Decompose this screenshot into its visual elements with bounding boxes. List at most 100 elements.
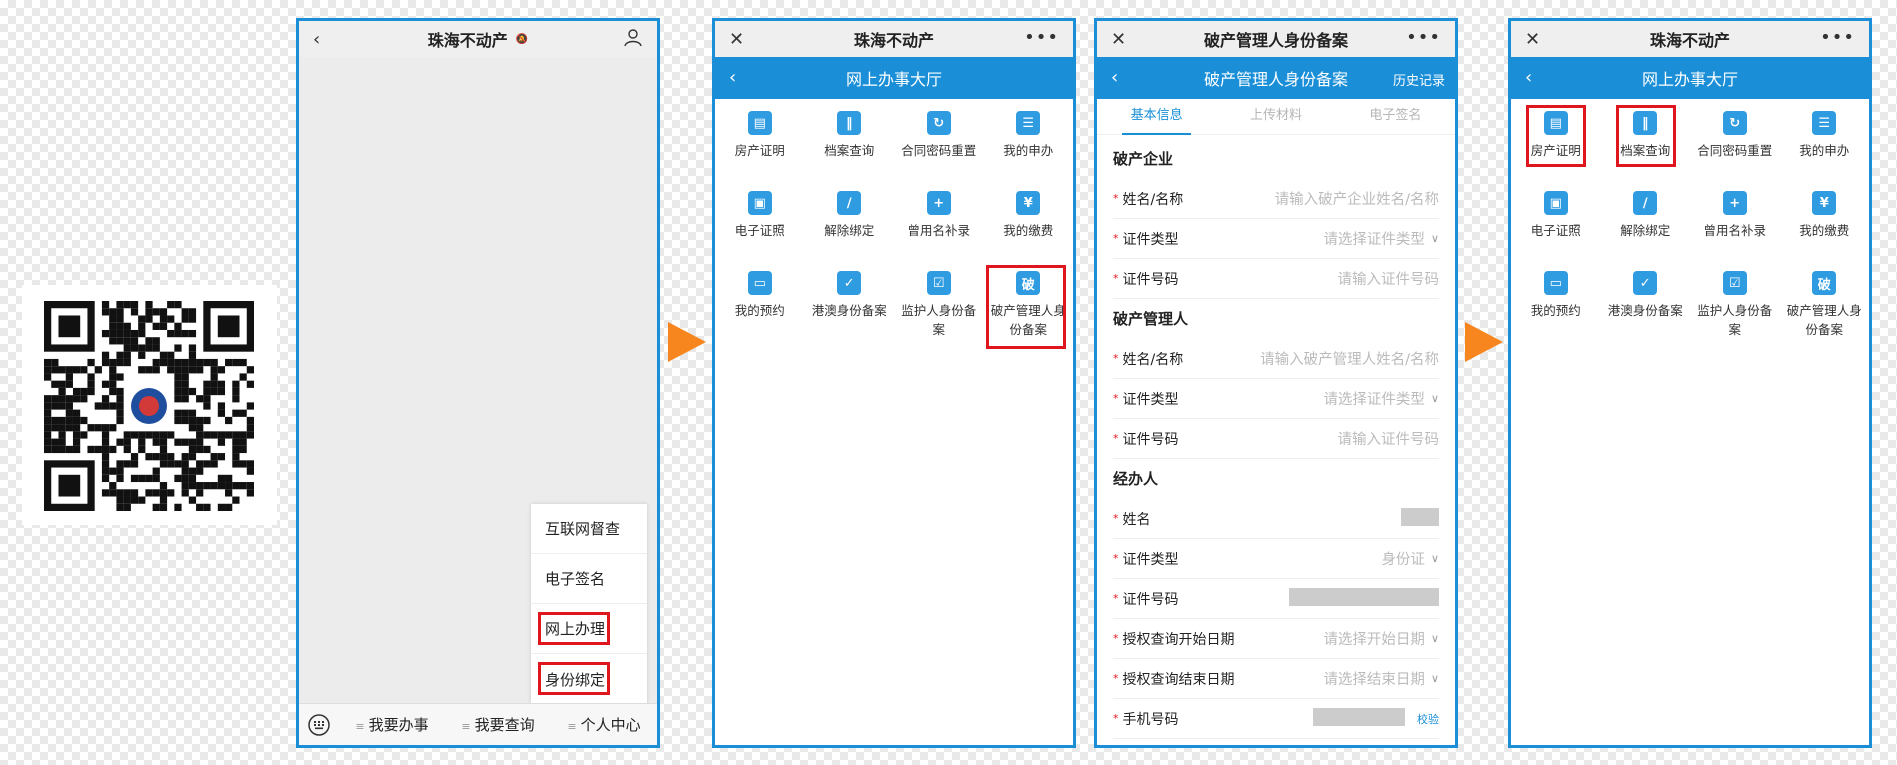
service-item[interactable]: ▤ 房产证明 [1511,103,1601,183]
form-row[interactable]: * 证件类型 身份证 ∨ [1113,539,1439,579]
service-item[interactable]: + 曾用名补录 [894,183,984,263]
form-row[interactable]: * 手机号码 校验 [1113,699,1439,739]
form-field-value[interactable]: 请选择证件类型 [1323,388,1425,409]
service-item-label: 我的缴费 [1003,223,1054,238]
service-item[interactable]: ☑ 监护人身份备案 [894,263,984,343]
hall-screen-b: ✕ 珠海不动产 ••• ‹ 网上办事大厅 ▤ 房产证明 ‖ 档案查询 ↻ 合同密码重置 ☰ 我… [1508,18,1872,748]
form-field-value[interactable]: 请选择证件类型 [1323,228,1425,249]
close-icon[interactable]: ✕ [1111,29,1126,50]
user-check-icon: ✓ [837,271,862,295]
menu-lines-icon: ≡ [355,720,365,733]
form-field-value[interactable]: 请选择开始日期 [1323,628,1425,649]
form-field-value[interactable]: 请输入证件号码 [1338,268,1440,289]
service-item[interactable]: ‖ 档案查询 [805,103,895,183]
menu-item-e-signature[interactable]: 电子签名 [531,554,647,604]
form-field-label: 姓名/名称 [1122,191,1184,208]
form-field-value[interactable]: 请输入破产管理人姓名/名称 [1260,348,1439,369]
form-row[interactable]: * 证件号码 请输入证件号码 [1113,259,1439,299]
form-window-title: 破产管理人身份备案 [1203,31,1348,50]
unlink-icon: ∕ [837,191,862,215]
service-item[interactable]: ¥ 我的缴费 [1780,183,1870,263]
service-item-label: 档案查询 [1620,143,1671,158]
service-item[interactable]: ∕ 解除绑定 [1601,183,1691,263]
qr-code-card [22,285,277,525]
yen-icon: ¥ [1016,191,1041,215]
form-row[interactable]: * 授权查询开始日期 请选择开始日期 ∨ [1113,619,1439,659]
form-row[interactable]: * 证件号码 请输入证件号码 [1113,419,1439,459]
back-icon[interactable]: ‹ [1525,67,1532,88]
verify-button[interactable]: 校验 [1417,711,1439,727]
service-item-label: 我的申办 [1003,143,1054,158]
close-icon[interactable]: ✕ [729,29,744,50]
form-field-label: 手机号码 [1122,711,1179,728]
form-field-value[interactable]: 请选择结束日期 [1323,668,1425,689]
service-grid: ▤ 房产证明 ‖ 档案查询 ↻ 合同密码重置 ☰ 我的申办 ▣ 电子证照 ∕ 解除绑定 + 曾用名补录 ¥ 我… [715,103,1074,349]
bottom-menu-query[interactable]: ≡ 我要查询 [445,714,551,735]
profile-icon[interactable] [623,27,643,52]
form-row[interactable]: * 姓名/名称 请输入破产管理人姓名/名称 [1113,339,1439,379]
service-item[interactable]: ↻ 合同密码重置 [894,103,984,183]
form-section-title: 经办人 [1113,470,1159,488]
back-icon[interactable]: ‹ [313,29,320,50]
menu-lines-icon: ≡ [567,720,577,733]
more-icon[interactable]: ••• [1406,27,1441,48]
service-item[interactable]: ✓ 港澳身份备案 [1601,263,1691,343]
form-row[interactable]: * 授权查询结束日期 请选择结束日期 ∨ [1113,659,1439,699]
form-row[interactable]: * 姓名 [1113,499,1439,539]
service-item[interactable]: 破破产管理人身份备案 [984,263,1074,349]
keyboard-icon[interactable] [299,713,339,737]
service-item[interactable]: ▭ 我的预约 [715,263,805,343]
form-field-label: 证件号码 [1122,591,1179,608]
form-field-label: 证件类型 [1122,551,1179,568]
form-field-value[interactable] [1401,507,1439,530]
history-link[interactable]: 历史记录 [1393,70,1445,89]
tab-upload-materials[interactable]: 上传材料 [1216,99,1335,134]
required-marker: * [1113,512,1119,525]
service-item[interactable]: + 曾用名补录 [1690,183,1780,263]
service-item[interactable]: ¥ 我的缴费 [984,183,1074,263]
close-icon[interactable]: ✕ [1525,29,1540,50]
form-field-value[interactable]: 请输入破产企业姓名/名称 [1275,188,1439,209]
service-item[interactable]: ▭ 我的预约 [1511,263,1601,343]
bottom-menu-personal-center[interactable]: ≡ 个人中心 [551,714,657,735]
hall-header-title: 网上办事大厅 [845,70,942,89]
menu-item-internet-supervision[interactable]: 互联网督查 [531,504,647,554]
books-icon: ‖ [837,111,862,135]
form-section-title: 破产企业 [1113,150,1174,168]
form-field-value[interactable] [1289,587,1439,610]
form-row[interactable]: * 证件类型 请选择证件类型 ∨ [1113,219,1439,259]
service-item[interactable]: 破破产管理人身份备案 [1780,263,1870,343]
service-item[interactable]: ✓ 港澳身份备案 [805,263,895,343]
required-marker: * [1113,552,1119,565]
back-icon[interactable]: ‹ [1111,67,1118,88]
service-item[interactable]: ▣ 电子证照 [1511,183,1601,263]
tab-e-signature[interactable]: 电子签名 [1336,99,1455,134]
bottom-menu-handle-affairs[interactable]: ≡ 我要办事 [339,714,445,735]
form-row[interactable]: * 证件类型 请选择证件类型 ∨ [1113,379,1439,419]
form-row[interactable]: * 证件号码 [1113,579,1439,619]
hall-top-bar: ✕ 珠海不动产 ••• [715,21,1073,57]
chevron-down-icon: ∨ [1430,672,1439,685]
monitor-icon: ▭ [747,271,772,295]
more-icon[interactable]: ••• [1024,27,1059,48]
chevron-down-icon: ∨ [1430,392,1439,405]
service-item[interactable]: ∕ 解除绑定 [805,183,895,263]
service-item[interactable]: ☰ 我的申办 [984,103,1074,183]
service-item[interactable]: ☑ 监护人身份备案 [1690,263,1780,343]
chevron-down-icon: ∨ [1430,552,1439,565]
menu-item-identity-binding[interactable]: 身份绑定 [531,654,647,704]
service-item[interactable]: ☰ 我的申办 [1780,103,1870,183]
service-item[interactable]: ↻ 合同密码重置 [1690,103,1780,183]
form-field-value[interactable] [1313,707,1405,730]
form-field-value[interactable]: 请输入证件号码 [1338,428,1440,449]
service-item[interactable]: ‖ 档案查询 [1601,103,1691,183]
back-icon[interactable]: ‹ [729,67,736,88]
service-item[interactable]: ▤ 房产证明 [715,103,805,183]
tab-basic-info[interactable]: 基本信息 [1097,99,1216,135]
form-field-value[interactable]: 身份证 [1381,548,1425,569]
more-icon[interactable]: ••• [1820,27,1855,48]
service-item[interactable]: ▣ 电子证照 [715,183,805,263]
service-item-label: 解除绑定 [1620,223,1671,238]
form-row[interactable]: * 姓名/名称 请输入破产企业姓名/名称 [1113,179,1439,219]
menu-item-online-service[interactable]: 网上办理 [531,604,647,654]
